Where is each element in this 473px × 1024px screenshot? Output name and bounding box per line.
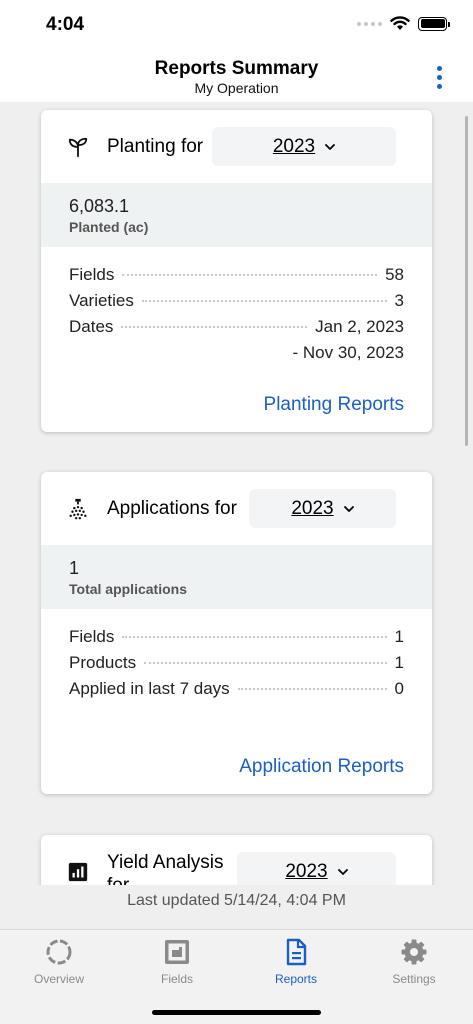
tab-reports[interactable]: Reports bbox=[237, 938, 355, 986]
summary-panel: 6,083.1 Planted (ac) bbox=[41, 183, 432, 247]
card-header: Planting for 2023 bbox=[41, 110, 432, 183]
card-header: Applications for 2023 bbox=[41, 472, 432, 545]
applications-card: Applications for 2023 1 Total applicatio… bbox=[41, 472, 432, 794]
dotted-leader bbox=[141, 300, 387, 302]
tab-bar: Overview Fields Reports Settings bbox=[0, 929, 473, 1024]
status-bar: 4:04 bbox=[0, 0, 473, 52]
dotted-leader bbox=[237, 688, 387, 690]
card-header: Yield Analysis for 2023 bbox=[41, 835, 432, 885]
dotted-leader bbox=[122, 274, 378, 276]
page-title: Reports Summary bbox=[154, 58, 319, 79]
stat-value: 58 bbox=[385, 265, 404, 284]
stat-label: Fields bbox=[69, 265, 115, 284]
seedling-icon bbox=[68, 137, 88, 158]
nav-bar: Reports Summary My Operation bbox=[0, 52, 473, 102]
stat-row: Applied in last 7 days 0 bbox=[69, 679, 404, 705]
stat-row: Products 1 bbox=[69, 653, 404, 679]
summary-panel: 1 Total applications bbox=[41, 545, 432, 609]
stat-value-continued: - Nov 30, 2023 bbox=[292, 343, 404, 362]
year-value: 2023 bbox=[291, 497, 334, 519]
stat-label: Varieties bbox=[69, 291, 134, 310]
year-dropdown[interactable]: 2023 bbox=[237, 852, 396, 885]
tab-fields[interactable]: Fields bbox=[118, 938, 236, 986]
year-value: 2023 bbox=[272, 135, 316, 157]
stat-value: 0 bbox=[394, 679, 404, 698]
tab-label: Reports bbox=[274, 972, 318, 986]
stat-value: Jan 2, 2023 bbox=[315, 317, 404, 336]
stat-row: Dates Jan 2, 2023 bbox=[69, 317, 404, 343]
scrollbar[interactable] bbox=[465, 116, 468, 446]
battery-icon bbox=[418, 16, 450, 31]
wifi-icon bbox=[390, 16, 410, 30]
chevron-down-icon bbox=[325, 143, 336, 150]
gear-icon bbox=[401, 939, 427, 965]
chevron-down-icon bbox=[337, 868, 348, 875]
stat-value: 1 bbox=[394, 627, 404, 646]
home-indicator bbox=[152, 1010, 321, 1015]
overview-icon bbox=[46, 939, 72, 965]
summary-label: Total applications bbox=[69, 581, 187, 597]
stats-list: Fields 1 Products 1 Applied in last 7 da… bbox=[41, 609, 432, 705]
more-options-icon[interactable] bbox=[435, 66, 443, 89]
stats-list: Fields 58 Varieties 3 Dates Jan 2, 2023 … bbox=[41, 247, 432, 367]
card-title: Yield Analysis for bbox=[107, 852, 224, 885]
reports-scroll-area[interactable]: Planting for 2023 6,083.1 Planted (ac) F… bbox=[0, 102, 473, 885]
dotted-leader bbox=[121, 326, 308, 328]
year-dropdown[interactable]: 2023 bbox=[249, 489, 396, 528]
card-title: Planting for bbox=[107, 135, 204, 157]
tab-settings[interactable]: Settings bbox=[355, 938, 473, 986]
sprayer-icon bbox=[69, 498, 87, 520]
status-time: 4:04 bbox=[46, 14, 85, 35]
chevron-down-icon bbox=[343, 505, 354, 512]
fields-icon bbox=[165, 940, 189, 964]
application-reports-link[interactable]: Application Reports bbox=[239, 756, 404, 778]
tab-label: Fields bbox=[160, 972, 193, 986]
signal-icon bbox=[357, 21, 382, 26]
stat-label: Products bbox=[69, 653, 137, 672]
tab-overview[interactable]: Overview bbox=[0, 938, 118, 986]
stat-label: Dates bbox=[69, 317, 114, 336]
summary-value: 1 bbox=[69, 558, 80, 578]
stat-row: Fields 1 bbox=[69, 627, 404, 653]
stat-row: Varieties 3 bbox=[69, 291, 404, 317]
stat-label: Applied in last 7 days bbox=[69, 679, 230, 698]
page-subtitle: My Operation bbox=[194, 80, 279, 96]
summary-label: Planted (ac) bbox=[69, 219, 149, 235]
planting-card: Planting for 2023 6,083.1 Planted (ac) F… bbox=[41, 110, 432, 432]
tab-label: Overview bbox=[33, 972, 84, 986]
stat-value: 1 bbox=[394, 653, 404, 672]
card-title: Applications for bbox=[107, 497, 237, 519]
summary-value: 6,083.1 bbox=[69, 196, 130, 216]
bar-chart-icon bbox=[68, 862, 88, 882]
stat-label: Fields bbox=[69, 627, 115, 646]
stat-value: 3 bbox=[394, 291, 404, 310]
reports-icon bbox=[286, 938, 307, 966]
last-updated-text: Last updated 5/14/24, 4:04 PM bbox=[0, 885, 473, 929]
year-dropdown[interactable]: 2023 bbox=[212, 127, 396, 166]
planting-reports-link[interactable]: Planting Reports bbox=[264, 394, 404, 416]
tab-label: Settings bbox=[392, 972, 436, 986]
dotted-leader bbox=[144, 662, 387, 664]
stat-row: Fields 58 bbox=[69, 265, 404, 291]
status-icons bbox=[357, 16, 450, 31]
year-value: 2023 bbox=[285, 860, 328, 882]
dotted-leader bbox=[122, 636, 387, 638]
yield-analysis-card: Yield Analysis for 2023 bbox=[41, 835, 432, 885]
